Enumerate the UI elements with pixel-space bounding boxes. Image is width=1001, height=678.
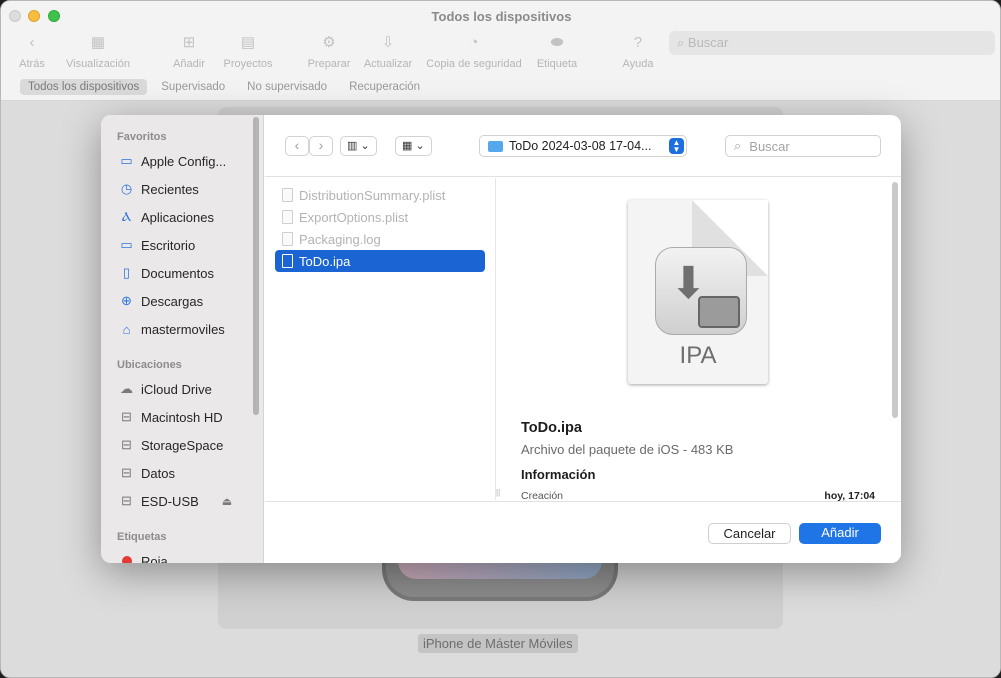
sidebar-item-applications[interactable]: Ⲁ Aplicaciones — [119, 207, 214, 227]
file-icon — [282, 232, 293, 246]
filter-all-devices[interactable]: Todos los dispositivos — [20, 79, 148, 95]
toolbar-back-button[interactable]: ‹ Atrás — [15, 33, 49, 70]
sidebar-item-macintosh-hd[interactable]: ⊟ Macintosh HD — [119, 407, 223, 427]
sidebar-item-home[interactable]: ⌂ mastermoviles — [119, 319, 225, 339]
sidebar-item-apple-configurator[interactable]: ▭ Apple Config... — [119, 151, 226, 171]
preview-file-name: ToDo.ipa — [521, 420, 582, 436]
preview-info-header: Información — [521, 467, 596, 482]
back-chevron-icon: ‹ — [29, 34, 35, 51]
file-list-column: DistributionSummary.plist ExportOptions.… — [265, 178, 496, 500]
toolbar-add-button[interactable]: ⊞ Añadir — [169, 33, 209, 70]
locations-header: Ubicaciones — [117, 359, 182, 371]
drive-icon: ⊟ — [121, 437, 132, 452]
filter-recovery[interactable]: Recuperación — [341, 79, 428, 95]
tag-icon: ⬬ — [550, 34, 564, 51]
sidebar-tag-red[interactable]: Roja — [119, 551, 168, 563]
toolbar-help-button[interactable]: ? Ayuda — [619, 33, 657, 70]
forward-button[interactable]: › — [309, 136, 333, 156]
titlebar: Todos los dispositivos ‹ Atrás ▦ Visuali… — [1, 1, 1000, 101]
filter-bar: Todos los dispositivos Supervisado No su… — [20, 79, 428, 95]
sidebar-item-storagespace[interactable]: ⊟ StorageSpace — [119, 435, 223, 455]
red-tag-dot-icon — [121, 555, 132, 563]
home-icon: ⌂ — [122, 321, 131, 337]
view-grid-icon: ▦ — [90, 34, 106, 51]
file-row-selected[interactable]: ToDo.ipa — [275, 250, 485, 272]
document-icon: ▯ — [122, 265, 131, 280]
backup-icon: ◔ — [469, 34, 479, 51]
dialog-toolbar: ‹ › ▥ ⌄ ▦ ⌄ ToDo 2024-03-08 17-04... ▲ ▼ … — [265, 115, 901, 177]
preview-scrollbar[interactable] — [892, 182, 898, 418]
view-mode-button[interactable]: ▥ ⌄ — [340, 136, 377, 156]
drive-icon: ⊟ — [121, 409, 132, 424]
preview-file-kind: Archivo del paquete de iOS - 483 KB — [521, 442, 734, 457]
popup-chevron-icon: ▲ ▼ — [669, 138, 684, 154]
cloud-icon: ☁ — [120, 381, 133, 396]
disk-icon — [698, 296, 740, 328]
file-icon — [282, 188, 293, 202]
sidebar-item-documents[interactable]: ▯ Documentos — [119, 263, 214, 283]
sidebar-item-datos[interactable]: ⊟ Datos — [119, 463, 175, 483]
filter-supervised[interactable]: Supervisado — [153, 79, 233, 95]
add-button[interactable]: Añadir — [799, 523, 881, 544]
location-popup[interactable]: ToDo 2024-03-08 17-04... ▲ ▼ — [479, 135, 687, 157]
clock-icon: ◷ — [120, 181, 133, 196]
toolbar-update-button[interactable]: ⇩ Actualizar — [362, 33, 414, 70]
toolbar-projects-button[interactable]: ▤ Proyectos — [220, 33, 276, 70]
drive-icon: ⊟ — [121, 493, 132, 508]
sidebar-item-icloud-drive[interactable]: ☁ iCloud Drive — [119, 379, 212, 399]
drive-icon: ⊟ — [121, 465, 132, 480]
eject-icon[interactable]: ⏏ — [222, 495, 232, 508]
search-icon: ⌕ — [677, 35, 685, 50]
file-preview: ⬇ IPA ToDo.ipa Archivo del paquete de iO… — [511, 178, 901, 560]
file-row[interactable]: DistributionSummary.plist — [275, 184, 485, 206]
folder-icon — [488, 140, 503, 152]
toolbar-tag-button[interactable]: ⬬ Etiqueta — [533, 33, 581, 70]
toolbar-backup-button[interactable]: ◔ Copia de seguridad — [422, 33, 526, 70]
app-package-icon: ⬇ — [655, 247, 747, 335]
help-icon: ? — [633, 34, 643, 51]
dialog-main: ‹ › ▥ ⌄ ▦ ⌄ ToDo 2024-03-08 17-04... ▲ ▼ … — [265, 115, 901, 563]
tags-header: Etiquetas — [117, 531, 167, 543]
plus-icon: ⊞ — [182, 34, 196, 51]
file-row[interactable]: ExportOptions.plist — [275, 206, 485, 228]
file-icon — [282, 254, 293, 268]
desktop-icon: ▭ — [120, 237, 133, 252]
back-button[interactable]: ‹ — [285, 136, 309, 156]
sidebar-item-desktop[interactable]: ▭ Escritorio — [119, 235, 195, 255]
filter-unsupervised[interactable]: No supervisado — [239, 79, 335, 95]
app-window: Todos los dispositivos ‹ Atrás ▦ Visuali… — [0, 0, 1001, 678]
sidebar-scrollbar[interactable] — [253, 117, 259, 415]
folder-icon: ▭ — [120, 153, 133, 168]
toolbar-view-button[interactable]: ▦ Visualización — [63, 33, 133, 70]
file-row[interactable]: Packaging.log — [275, 228, 485, 250]
prepare-icon: ⚙ — [322, 34, 336, 51]
open-file-dialog: Favoritos ▭ Apple Config... ◷ Recientes … — [101, 115, 901, 563]
search-icon: ⌕ — [734, 138, 742, 153]
favorites-header: Favoritos — [117, 131, 167, 143]
dialog-sidebar: Favoritos ▭ Apple Config... ◷ Recientes … — [101, 115, 264, 563]
window-title: Todos los dispositivos — [431, 9, 572, 24]
download-icon: ⊕ — [121, 293, 132, 308]
update-icon: ⇩ — [381, 34, 395, 51]
dialog-search-field[interactable]: ⌕ Buscar — [725, 135, 881, 157]
cancel-button[interactable]: Cancelar — [708, 523, 791, 544]
dialog-footer: Cancelar Añadir — [265, 501, 901, 563]
column-resize-handle[interactable]: || — [496, 488, 500, 497]
device-name-label: iPhone de Máster Móviles — [418, 634, 578, 653]
sidebar-item-downloads[interactable]: ⊕ Descargas — [119, 291, 203, 311]
toolbar-prepare-button[interactable]: ⚙ Preparar — [307, 33, 351, 70]
sidebar-item-esd-usb[interactable]: ⊟ ESD-USB ⏏ — [119, 491, 232, 511]
ipa-file-icon: ⬇ IPA — [628, 200, 768, 384]
blueprint-icon: ▤ — [240, 34, 256, 51]
group-mode-button[interactable]: ▦ ⌄ — [395, 136, 432, 156]
sidebar-item-recents[interactable]: ◷ Recientes — [119, 179, 199, 199]
window-search-field[interactable]: ⌕ Buscar — [669, 31, 995, 55]
file-icon — [282, 210, 293, 224]
applications-icon: Ⲁ — [121, 209, 132, 224]
